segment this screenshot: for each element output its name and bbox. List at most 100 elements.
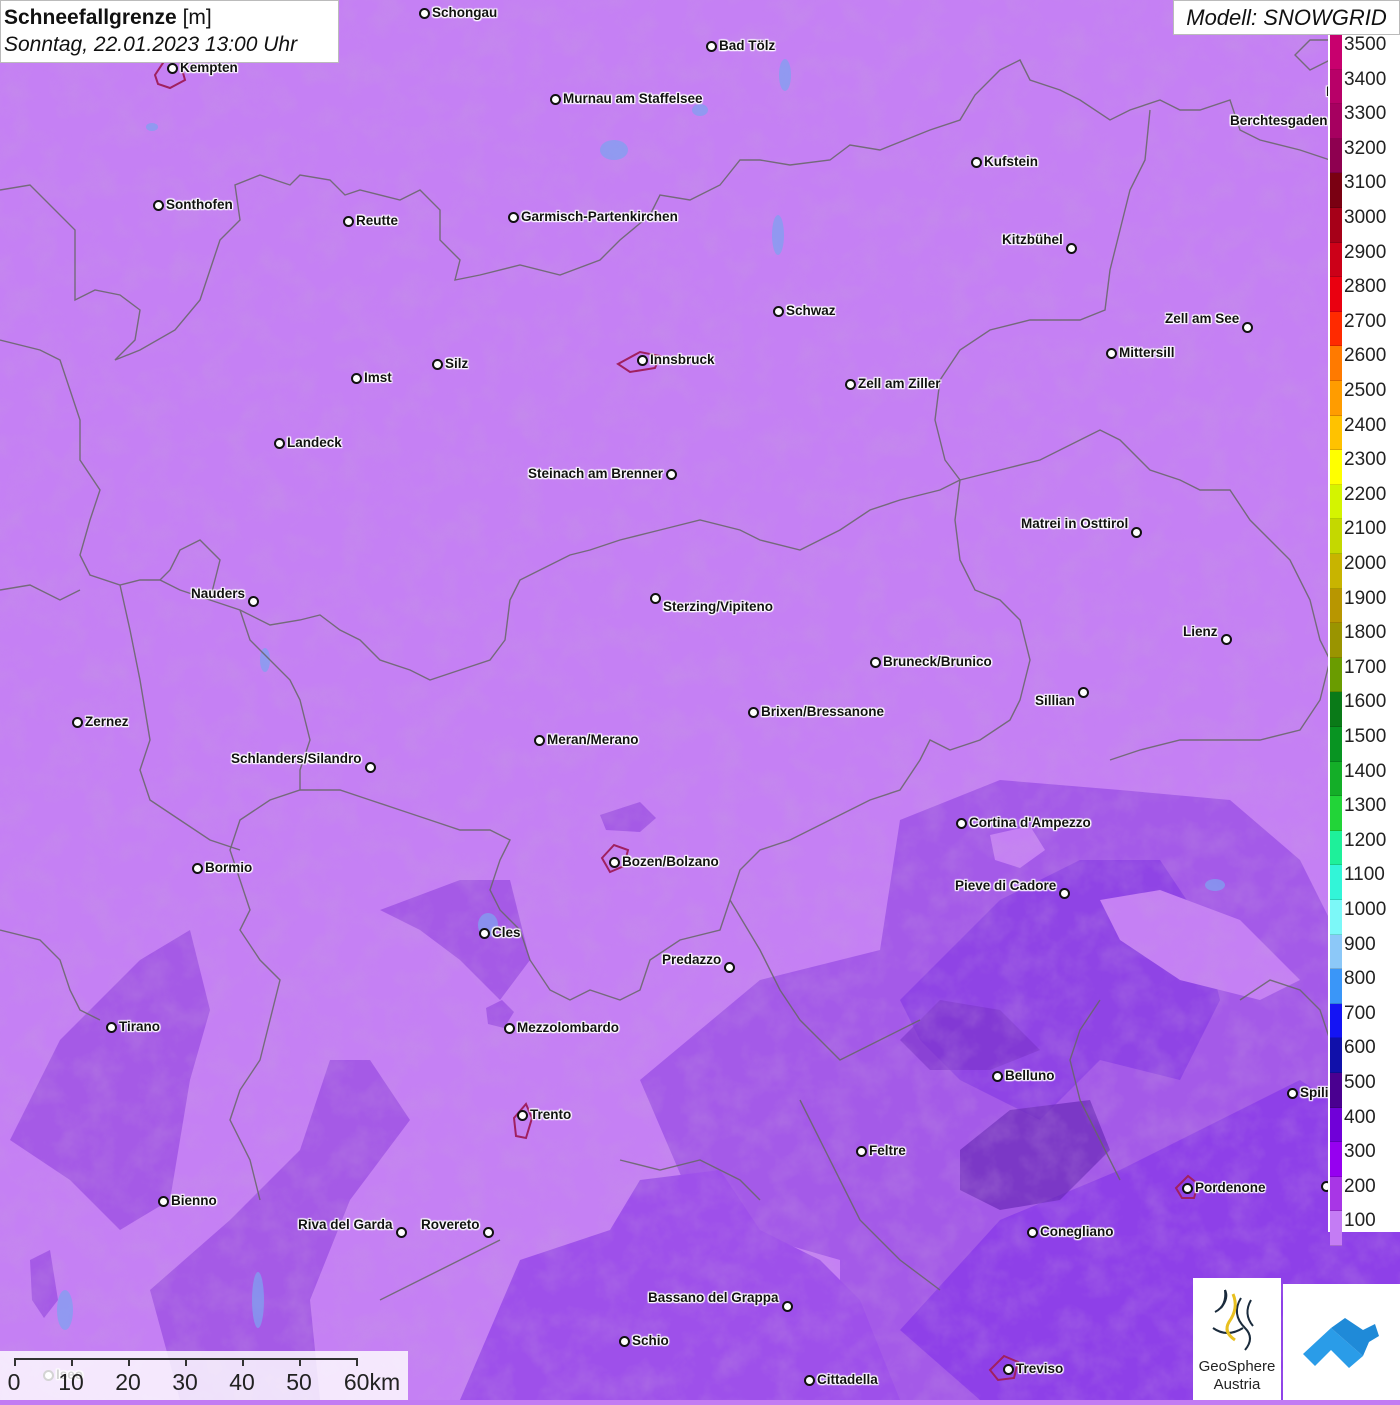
city-label: Bozen/Bolzano — [622, 854, 719, 869]
legend-label: 1900 — [1344, 587, 1387, 609]
city-marker[interactable] — [1059, 888, 1070, 899]
city-marker[interactable] — [483, 1227, 494, 1238]
legend-label: 200 — [1344, 1175, 1376, 1197]
scale-tick-label: 60km — [343, 1369, 401, 1395]
city-marker[interactable] — [550, 94, 561, 105]
legend-swatch — [1330, 692, 1342, 727]
legend-swatch — [1330, 381, 1342, 416]
legend-label: 2500 — [1344, 380, 1387, 401]
city-marker[interactable] — [706, 41, 717, 52]
city-marker[interactable] — [351, 373, 362, 384]
city-marker[interactable] — [666, 469, 677, 480]
city-marker[interactable] — [343, 216, 354, 227]
city-marker[interactable] — [637, 355, 648, 366]
city-marker[interactable] — [956, 818, 967, 829]
city-marker[interactable] — [856, 1146, 867, 1157]
city-marker[interactable] — [167, 63, 178, 74]
city-label: Conegliano — [1040, 1224, 1114, 1239]
legend-label: 1600 — [1344, 691, 1387, 713]
legend-swatch — [1330, 450, 1342, 485]
city-marker[interactable] — [1131, 527, 1142, 538]
city-label: Silz — [445, 356, 469, 371]
city-label: Innsbruck — [650, 352, 715, 367]
city-label: Pieve di Cadore — [955, 878, 1057, 893]
legend-label: 3100 — [1344, 172, 1387, 194]
scale-tick — [128, 1358, 130, 1366]
legend-label: 1200 — [1344, 829, 1387, 851]
legend-label: 900 — [1344, 933, 1376, 955]
city-marker[interactable] — [432, 359, 443, 370]
scale-tick — [356, 1358, 358, 1366]
city-marker[interactable] — [192, 863, 203, 874]
city-marker[interactable] — [782, 1301, 793, 1312]
city-marker[interactable] — [724, 962, 735, 973]
city-marker[interactable] — [992, 1071, 1003, 1082]
map-datetime: Sonntag, 22.01.2023 13:00 Uhr — [4, 33, 298, 56]
city-marker[interactable] — [804, 1375, 815, 1386]
legend-label: 2100 — [1344, 518, 1387, 540]
city-marker[interactable] — [106, 1022, 117, 1033]
city-marker[interactable] — [1078, 687, 1089, 698]
city-marker[interactable] — [1003, 1364, 1014, 1375]
city-marker[interactable] — [517, 1110, 528, 1121]
city-label: Cittadella — [817, 1372, 878, 1387]
city-label: Zernez — [85, 714, 129, 729]
city-marker[interactable] — [1221, 634, 1232, 645]
map-title-box: Schneefallgrenze [m] Sonntag, 22.01.2023… — [0, 0, 339, 63]
city-marker[interactable] — [274, 438, 285, 449]
legend-swatch — [1330, 1176, 1342, 1212]
legend-swatch — [1330, 830, 1342, 866]
legend-label: 3000 — [1344, 207, 1387, 228]
city-marker[interactable] — [396, 1227, 407, 1238]
city-marker[interactable] — [153, 200, 164, 211]
city-marker[interactable] — [619, 1336, 630, 1347]
city-label: Bassano del Grappa — [648, 1290, 779, 1305]
city-marker[interactable] — [971, 157, 982, 168]
scale-tick-label: 30 — [172, 1369, 198, 1395]
city-marker[interactable] — [158, 1196, 169, 1207]
legend-swatch — [1330, 173, 1342, 208]
city-marker[interactable] — [1106, 348, 1117, 359]
geosphere-logo[interactable]: GeoSphere Austria — [1193, 1278, 1281, 1400]
city-marker[interactable] — [248, 596, 259, 607]
legend-label: 1800 — [1344, 622, 1387, 644]
legend-label: 2800 — [1344, 276, 1387, 298]
legend-swatch — [1330, 415, 1342, 451]
snow-app-logo[interactable] — [1283, 1284, 1400, 1400]
city-marker[interactable] — [419, 8, 430, 19]
city-marker[interactable] — [1242, 322, 1253, 333]
city-marker[interactable] — [1287, 1088, 1298, 1099]
city-marker[interactable] — [504, 1023, 515, 1034]
scale-tick-label: 40 — [229, 1369, 255, 1395]
legend-label: 3200 — [1344, 137, 1387, 159]
city-label: Rovereto — [421, 1217, 480, 1232]
city-marker[interactable] — [845, 379, 856, 390]
legend-label: 2000 — [1344, 553, 1387, 574]
city-label: Zell am Ziller — [858, 376, 941, 391]
city-label: Trento — [530, 1107, 572, 1122]
legend-swatch — [1330, 277, 1342, 312]
city-marker[interactable] — [609, 857, 620, 868]
city-label: Landeck — [287, 435, 342, 450]
city-marker[interactable] — [365, 762, 376, 773]
city-marker[interactable] — [72, 717, 83, 728]
mountain-cloud-icon — [1303, 1318, 1379, 1368]
city-label: Mezzolombardo — [517, 1020, 620, 1035]
city-marker[interactable] — [748, 707, 759, 718]
city-marker[interactable] — [479, 928, 490, 939]
city-label: Schwaz — [786, 303, 836, 318]
city-marker[interactable] — [1066, 243, 1077, 254]
city-marker[interactable] — [773, 306, 784, 317]
city-marker[interactable] — [870, 657, 881, 668]
legend-color-bar — [1330, 35, 1342, 1246]
legend-label: 1100 — [1344, 864, 1385, 886]
city-marker[interactable] — [534, 735, 545, 746]
city-marker[interactable] — [508, 212, 519, 223]
city-label: Sillian — [1035, 693, 1075, 708]
city-marker[interactable] — [1027, 1227, 1038, 1238]
legend-swatch — [1330, 35, 1342, 70]
city-marker[interactable] — [650, 593, 661, 604]
city-label: Cortina d'Ampezzo — [969, 815, 1091, 830]
city-marker[interactable] — [1182, 1183, 1193, 1194]
city-label: Lienz — [1183, 624, 1218, 639]
